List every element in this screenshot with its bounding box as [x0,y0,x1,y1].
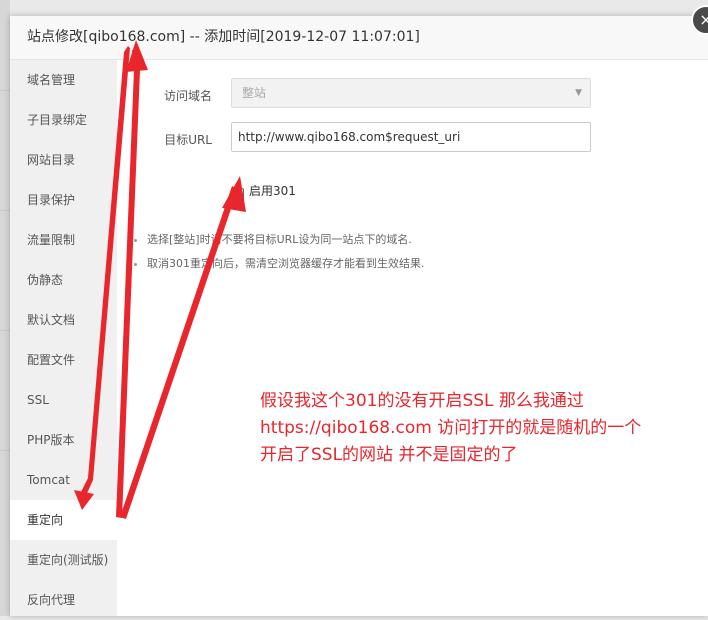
annotation-line: 假设我这个301的没有开启SSL 那么我通过 [260,391,584,411]
dialog-title: 站点修改[qibo168.com] -- 添加时间[2019-12-07 11:… [10,16,708,60]
tip-item: 取消301重定向后，需清空浏览器缓存才能看到生效结果. [147,252,425,276]
enable-301-row: ✔ 启用301 [231,182,296,201]
sidebar-item-directory-protection[interactable]: 目录保护 [10,180,117,220]
target-url-label: 目标URL [164,133,212,147]
sidebar-item-redirect[interactable]: 重定向 [10,500,117,540]
sidebar-item-default-document[interactable]: 默认文档 [10,300,117,340]
target-url-input[interactable]: http://www.qibo168.com$request_uri [231,122,591,152]
sidebar-item-traffic-limit[interactable]: 流量限制 [10,220,117,260]
annotation-line: https://qibo168.com 访问打开的就是随机的一个 [260,418,642,438]
sidebar-item-domain-management[interactable]: 域名管理 [10,60,117,100]
enable-301-checkbox[interactable]: ✔ [231,188,244,201]
sidebar-item-ssl[interactable]: SSL [10,380,117,420]
annotation-text: 假设我这个301的没有开启SSL 那么我通过 https://qibo168.c… [260,388,700,469]
tip-item: 选择[整站]时请不要将目标URL设为同一站点下的域名. [147,228,425,252]
enable-301-label[interactable]: 启用301 [249,184,296,198]
backdrop-divider [0,90,10,91]
sidebar-item-config-file[interactable]: 配置文件 [10,340,117,380]
sidebar-item-pseudo-static[interactable]: 伪静态 [10,260,117,300]
domain-select[interactable]: 整站 ▼ [231,78,591,108]
redirect-panel: 访问域名 整站 ▼ 目标URL http://www.qibo168.com$r… [117,60,708,616]
backdrop-divider [0,210,10,211]
sidebar-item-reverse-proxy[interactable]: 反向代理 [10,580,117,620]
sidebar-item-tomcat[interactable]: Tomcat [10,460,117,500]
tips-list: 选择[整站]时请不要将目标URL设为同一站点下的域名. 取消301重定向后，需清… [117,228,425,276]
page-backdrop [0,0,10,616]
sidebar-item-site-directory[interactable]: 网站目录 [10,140,117,180]
annotation-line: 开启了SSL的网站 并不是固定的了 [260,445,518,465]
sidebar-item-redirect-beta[interactable]: 重定向(测试版) [10,540,117,580]
sidebar-menu: 域名管理 子目录绑定 网站目录 目录保护 流量限制 伪静态 默认文档 配置文件 … [10,60,117,616]
backdrop-divider [0,450,10,451]
domain-label: 访问域名 [163,89,212,103]
chevron-down-icon: ▼ [575,88,582,98]
site-edit-dialog: 站点修改[qibo168.com] -- 添加时间[2019-12-07 11:… [10,16,708,616]
sidebar-item-php-version[interactable]: PHP版本 [10,420,117,460]
sidebar-item-subdirectory-binding[interactable]: 子目录绑定 [10,100,117,140]
backdrop-divider [0,330,10,331]
domain-select-value: 整站 [242,86,267,100]
